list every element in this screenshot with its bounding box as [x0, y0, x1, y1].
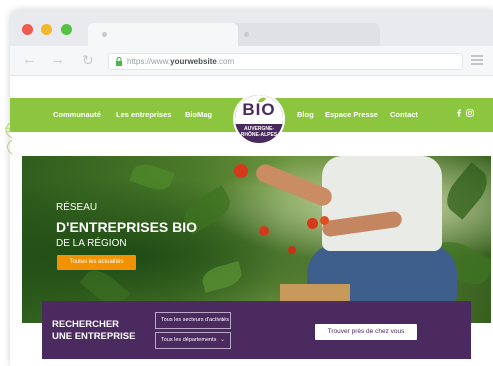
chevron-down-icon: ⌄ [219, 317, 225, 323]
instagram-icon[interactable] [466, 109, 474, 117]
sector-select[interactable]: Tous les secteurs d'activités ⌄ [155, 312, 231, 329]
nav-link-blog[interactable]: Blog [297, 110, 314, 119]
sector-select-value: Tous les secteurs d'activités [161, 317, 229, 323]
facebook-icon[interactable] [455, 109, 463, 117]
nav-link-contact[interactable]: Contact [390, 110, 418, 119]
hero-banner: RÉSEAU D'ENTREPRISES BIO DE LA RÉGION To… [22, 156, 491, 323]
close-window-button[interactable] [22, 24, 33, 35]
nav-link-entreprises[interactable]: Les entreprises [116, 110, 171, 119]
reload-icon[interactable]: ↻ [82, 52, 94, 68]
all-news-button[interactable]: Toutes les actualités [57, 255, 136, 270]
browser-toolbar: ← → ↻ https://www.yourwebsite.com [10, 46, 493, 76]
browser-window: ← → ↻ https://www.yourwebsite.com Commun… [10, 10, 493, 366]
browser-titlebar [10, 10, 493, 46]
decorative-sketch-icon [5, 121, 13, 155]
hero-kicker: RÉSEAU [56, 202, 98, 213]
forward-arrow-icon[interactable]: → [50, 52, 65, 68]
address-bar[interactable]: https://www.yourwebsite.com [108, 53, 463, 70]
nav-link-espace-presse[interactable]: Espace Presse [325, 110, 378, 119]
chevron-down-icon: ⌄ [219, 337, 225, 343]
search-title-line1: RECHERCHER [52, 319, 120, 330]
browser-tab-inactive[interactable] [230, 23, 380, 46]
department-select[interactable]: Tous les départements ⌄ [155, 332, 231, 349]
url-text: https://www.yourwebsite.com [127, 57, 235, 66]
nav-link-biomag[interactable]: BioMag [185, 110, 212, 119]
lock-icon [116, 57, 122, 66]
search-title-line2: UNE ENTREPRISE [52, 331, 136, 342]
browser-tab-active[interactable] [88, 23, 238, 46]
site-logo[interactable]: BIO AUVERGNE- RHÔNE-ALPES [233, 93, 285, 145]
browser-menu-icon[interactable] [471, 55, 483, 65]
logo-word: BIO [242, 100, 276, 119]
logo-region-line2: RHÔNE-ALPES [240, 132, 278, 138]
hero-title: D'ENTREPRISES BIO [56, 219, 198, 235]
company-search-panel: RECHERCHER UNE ENTREPRISE Tous les secte… [42, 301, 471, 359]
nav-link-communaute[interactable]: Communauté [53, 110, 101, 119]
page-viewport: Communauté Les entreprises BioMag Blog E… [10, 76, 493, 366]
back-arrow-icon[interactable]: ← [22, 52, 37, 68]
minimize-window-button[interactable] [41, 24, 52, 35]
maximize-window-button[interactable] [61, 24, 72, 35]
department-select-value: Tous les départements [161, 337, 217, 343]
hero-subtitle: DE LA RÉGION [56, 238, 127, 249]
find-near-me-button[interactable]: Trouver près de chez vous [315, 324, 417, 340]
